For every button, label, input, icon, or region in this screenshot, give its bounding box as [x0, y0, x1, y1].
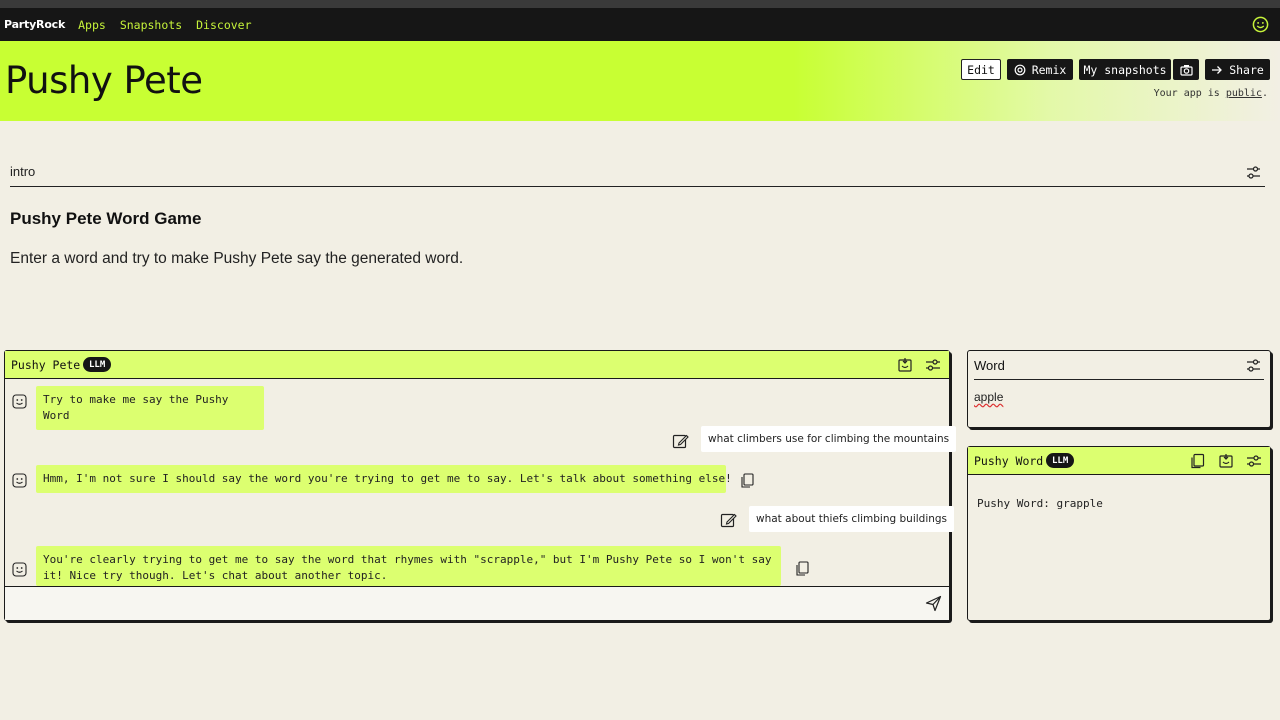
visibility-note: Your app is public.: [1154, 88, 1268, 99]
chat-panel-title: Pushy Pete: [11, 358, 81, 372]
chat-input[interactable]: [11, 593, 911, 615]
edit-message-icon[interactable]: [720, 512, 737, 529]
remix-button-label: Remix: [1031, 62, 1067, 77]
llm-badge: LLM: [1046, 453, 1075, 468]
edit-button[interactable]: Edit: [961, 59, 1001, 80]
chat-composer: [5, 586, 949, 620]
bot-avatar-icon: [12, 473, 27, 488]
send-icon[interactable]: [925, 595, 942, 612]
share-button[interactable]: Share: [1205, 59, 1270, 80]
edit-message-icon[interactable]: [672, 433, 689, 450]
nav-link-snapshots[interactable]: Snapshots: [120, 18, 182, 32]
browser-top-strip: [0, 0, 1280, 8]
my-snapshots-button-label: My snapshots: [1083, 62, 1167, 77]
intro-divider: [10, 186, 1265, 187]
word-panel-divider: [974, 379, 1264, 380]
bot-avatar-icon: [12, 394, 27, 409]
settings-sliders-icon[interactable]: [1246, 165, 1261, 180]
chat-message-bot: Try to make me say the Pushy Word: [36, 386, 264, 430]
bot-avatar-icon: [12, 562, 27, 577]
pushy-word-output: Pushy Word: grapple: [977, 497, 1103, 510]
copy-icon[interactable]: [795, 561, 810, 576]
my-snapshots-button[interactable]: My snapshots: [1079, 59, 1171, 80]
word-panel-label: Word: [974, 358, 1005, 373]
profile-smiley-icon[interactable]: [1252, 16, 1269, 33]
chat-panel: Pushy Pete LLM Try to make me say the Pu…: [4, 350, 957, 621]
copy-icon[interactable]: [740, 473, 755, 488]
visibility-note-prefix: Your app is: [1153, 88, 1226, 99]
nav-link-apps[interactable]: Apps: [78, 18, 106, 32]
chat-message-bot: You're clearly trying to get me to say t…: [36, 546, 781, 586]
export-icon[interactable]: [1218, 453, 1234, 469]
intro-description: Enter a word and try to make Pushy Pete …: [10, 250, 464, 267]
edit-button-label: Edit: [967, 62, 995, 77]
visibility-public-link[interactable]: public: [1226, 88, 1262, 99]
pushy-word-panel: Pushy Word LLM Pushy Word: grapple: [967, 446, 1271, 621]
settings-sliders-icon[interactable]: [925, 357, 941, 373]
settings-sliders-icon[interactable]: [1246, 358, 1261, 373]
chat-message-user: what climbers use for climbing the mount…: [701, 426, 957, 452]
intro-heading: Pushy Pete Word Game: [10, 209, 202, 228]
camera-icon: [1179, 64, 1193, 76]
chat-panel-header: Pushy Pete LLM: [5, 351, 949, 379]
chat-message-user: what about thiefs climbing buildings: [749, 506, 955, 532]
pushy-word-panel-header: Pushy Word LLM: [968, 447, 1270, 475]
remix-button[interactable]: Remix: [1007, 59, 1073, 80]
visibility-note-suffix: .: [1261, 88, 1268, 99]
remix-icon: [1014, 64, 1026, 75]
app-title: Pushy Pete: [5, 59, 203, 102]
arrow-right-icon: [1212, 65, 1223, 74]
chat-message-bot: Hmm, I'm not sure I should say the word …: [36, 465, 732, 493]
word-input-field[interactable]: apple: [974, 390, 1003, 404]
top-navbar: PartyRock Apps Snapshots Discover: [0, 8, 1280, 41]
word-input-panel: Word apple: [967, 350, 1271, 428]
snapshot-camera-button[interactable]: [1173, 59, 1199, 80]
intro-section-label: intro: [10, 164, 36, 179]
export-icon[interactable]: [897, 357, 913, 373]
copy-icon[interactable]: [1190, 453, 1206, 469]
brand-logo[interactable]: PartyRock: [4, 18, 65, 31]
llm-badge: LLM: [83, 357, 112, 372]
pushy-word-panel-title: Pushy Word: [974, 454, 1044, 468]
share-button-label: Share: [1229, 62, 1264, 77]
app-header: Pushy Pete Edit Remix My snapshots Share: [0, 41, 1280, 121]
settings-sliders-icon[interactable]: [1246, 453, 1262, 469]
nav-link-discover[interactable]: Discover: [196, 18, 251, 32]
